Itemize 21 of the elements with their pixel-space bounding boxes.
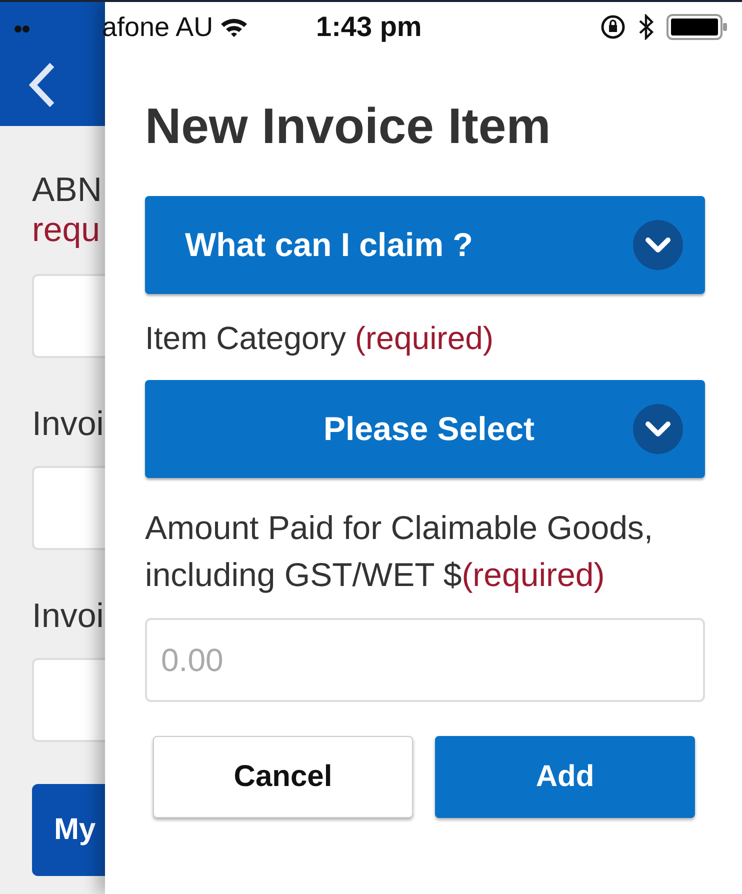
required-label: requ <box>32 210 102 250</box>
back-icon[interactable] <box>28 62 56 108</box>
battery-icon <box>666 13 728 41</box>
dropdown-button[interactable]: What can I claim ? <box>145 196 705 294</box>
add-button[interactable]: Add <box>435 736 695 818</box>
field-label: ABN <box>32 170 103 210</box>
field-label: Invoi <box>32 596 105 636</box>
dialog-title: New Invoice Item <box>145 97 552 156</box>
bluetooth-icon <box>638 14 654 40</box>
chevron-down-icon <box>633 220 683 270</box>
dropdown-button[interactable]: Please Select <box>145 380 705 478</box>
field-label: Amount Paid for Claimable Goods, including GST/WET $(required) <box>145 508 654 595</box>
action-button[interactable]: My <box>32 784 105 876</box>
field-label: Invoi <box>32 404 105 444</box>
field-label: Item Category (required) <box>145 319 495 358</box>
chevron-down-icon <box>633 404 683 454</box>
wifi-icon <box>219 16 250 38</box>
clock-time: 1:43 pm <box>316 11 422 43</box>
rotation-lock-icon <box>600 14 626 40</box>
amount-field[interactable]: 0.00 <box>145 618 705 702</box>
cancel-button[interactable]: Cancel <box>153 736 413 818</box>
